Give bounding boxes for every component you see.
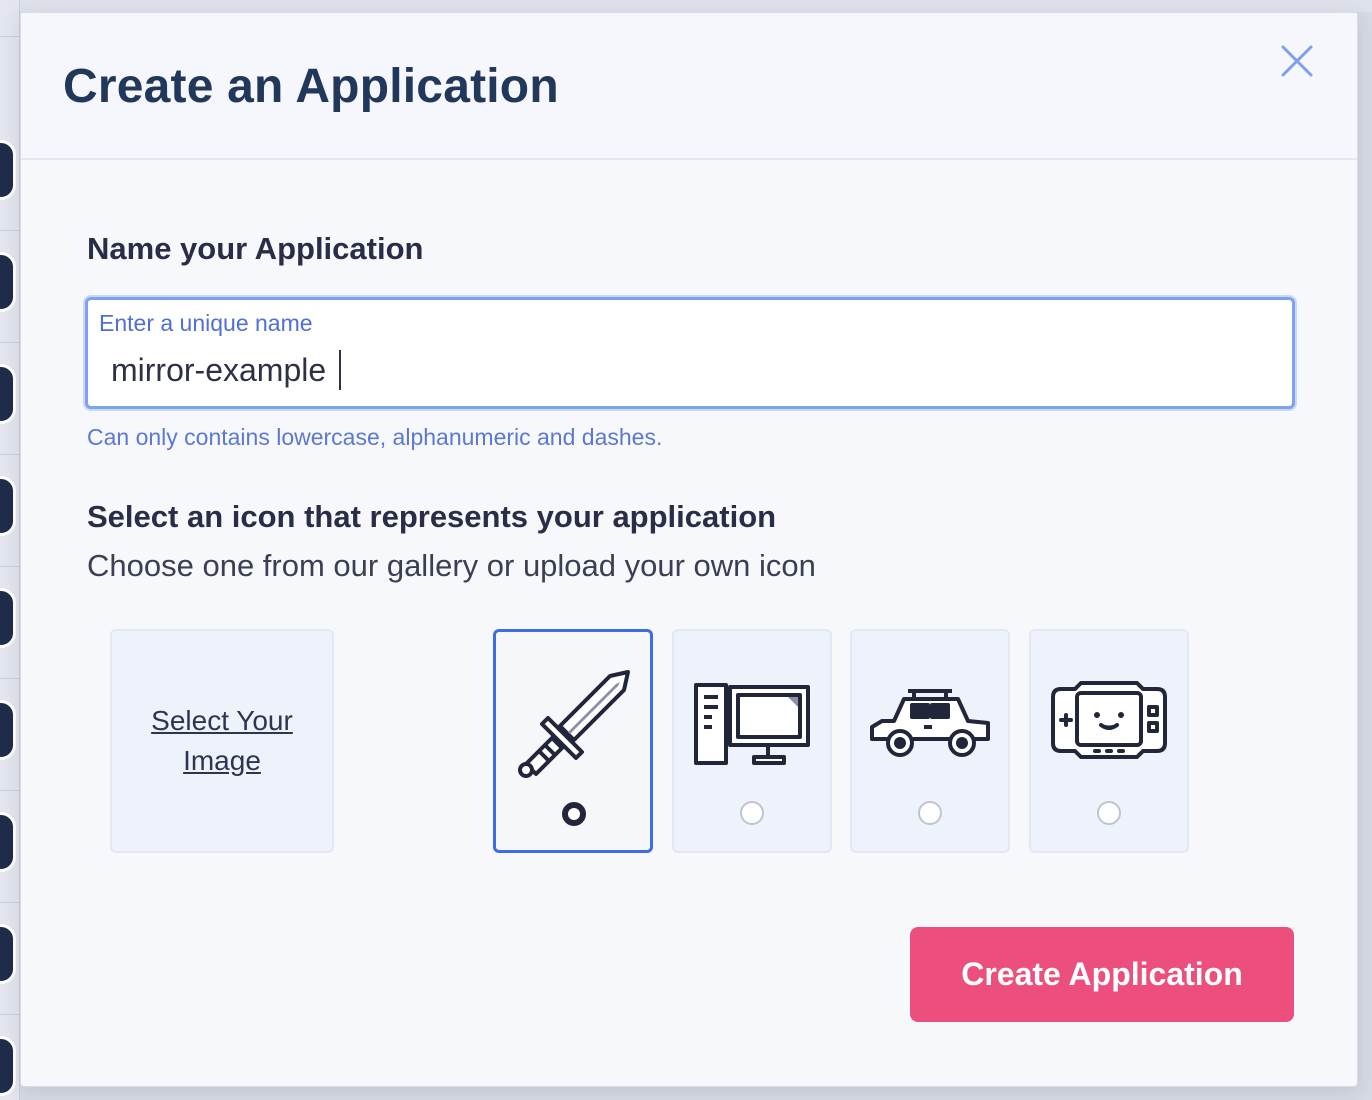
modal-header: Create an Application xyxy=(21,13,1357,160)
game-console-icon xyxy=(1051,681,1167,759)
backdrop-avatar xyxy=(0,140,16,200)
backdrop-page xyxy=(0,0,20,1100)
icon-option-car[interactable] xyxy=(850,629,1010,853)
computer-icon xyxy=(694,683,810,765)
backdrop-avatar xyxy=(0,1036,16,1096)
application-name-field[interactable]: Enter a unique name xyxy=(85,297,1295,409)
icon-section-heading: Select an icon that represents your appl… xyxy=(87,499,777,534)
icon-option-sword[interactable] xyxy=(493,629,653,853)
create-application-modal: Create an Application Name your Applicat… xyxy=(20,12,1358,1087)
backdrop-avatar xyxy=(0,588,16,648)
icon-radio-game-console[interactable] xyxy=(1097,801,1121,825)
input-label: Enter a unique name xyxy=(99,310,313,336)
backdrop-avatar xyxy=(0,812,16,872)
modal-title: Create an Application xyxy=(63,60,559,113)
backdrop-avatar xyxy=(0,700,16,760)
icon-radio-sword[interactable] xyxy=(562,802,586,826)
sword-icon xyxy=(518,670,630,778)
backdrop-avatar xyxy=(0,252,16,312)
select-image-link[interactable]: Select Your Image xyxy=(137,701,307,781)
name-section-heading: Name your Application xyxy=(87,231,424,266)
icon-radio-car[interactable] xyxy=(918,801,942,825)
icon-option-game-console[interactable] xyxy=(1029,629,1189,853)
backdrop-avatar xyxy=(0,476,16,536)
backdrop-avatar xyxy=(0,924,16,984)
icon-radio-computer[interactable] xyxy=(740,801,764,825)
close-icon xyxy=(1281,45,1313,77)
upload-image-card[interactable]: Select Your Image xyxy=(110,629,334,853)
backdrop-top xyxy=(0,0,1372,12)
text-caret xyxy=(339,350,341,390)
icon-option-computer[interactable] xyxy=(672,629,832,853)
icon-section-subheading: Choose one from our gallery or upload yo… xyxy=(87,548,816,583)
car-icon xyxy=(870,689,990,757)
input-hint: Can only contains lowercase, alphanumeri… xyxy=(87,424,663,450)
application-name-input[interactable] xyxy=(111,352,1261,389)
backdrop-avatar xyxy=(0,364,16,424)
close-button[interactable] xyxy=(1279,43,1315,79)
create-application-button[interactable]: Create Application xyxy=(910,927,1294,1022)
